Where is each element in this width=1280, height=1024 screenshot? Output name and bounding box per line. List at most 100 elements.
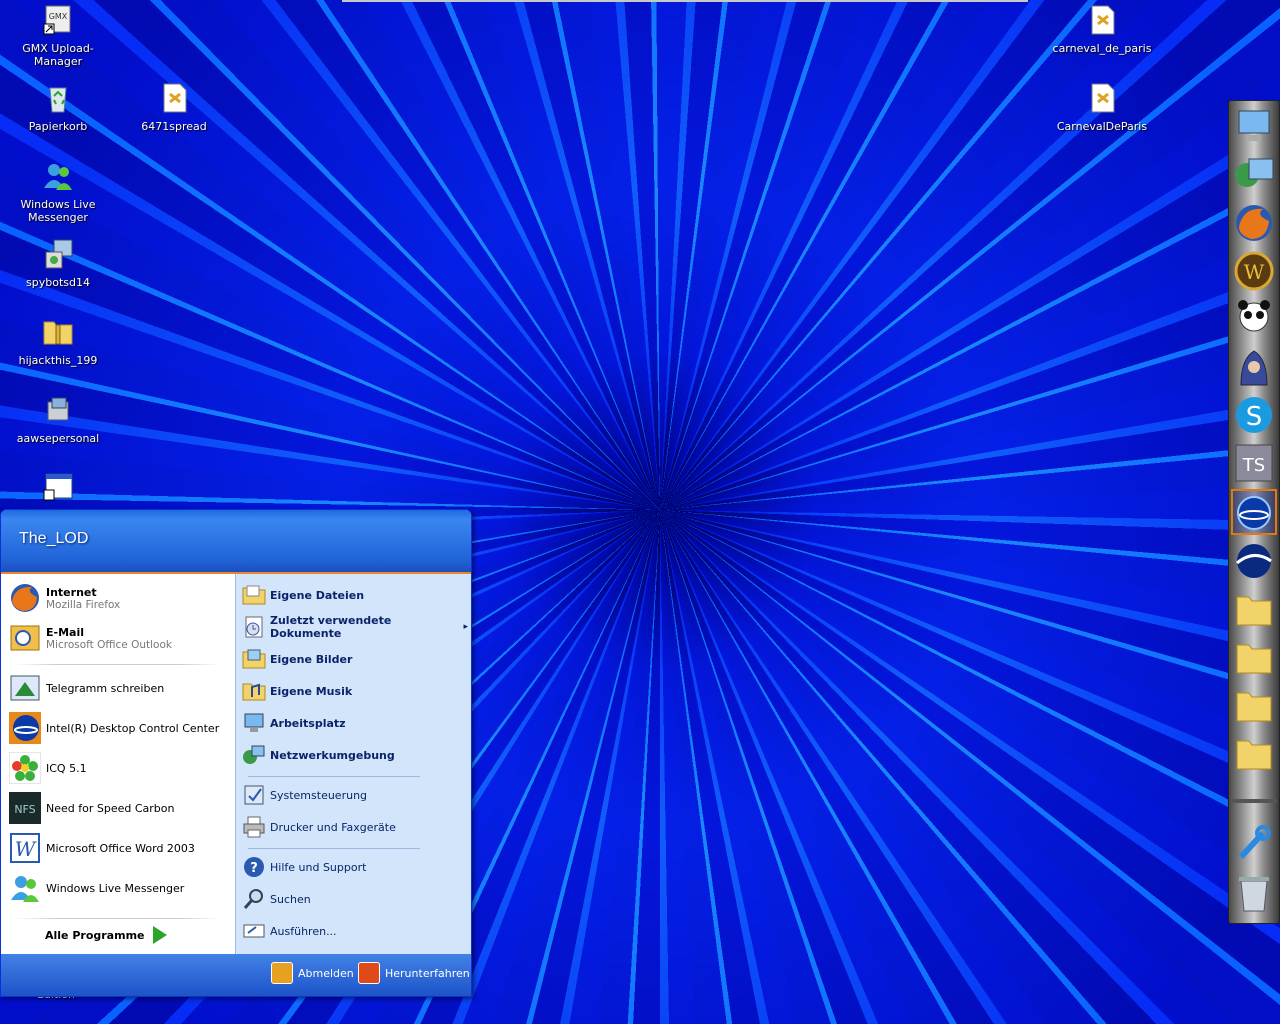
panda-icon[interactable]: [1233, 297, 1275, 341]
firefox-icon: [11, 584, 39, 612]
place-eigene-dateien[interactable]: Eigene Dateien: [242, 582, 468, 608]
icq-flower-icon: [9, 752, 41, 784]
recent-documents-icon: [245, 616, 263, 638]
run-icon: [243, 924, 265, 938]
network-icon[interactable]: [1233, 153, 1275, 197]
messenger-icon: [11, 876, 39, 902]
recent-windows-live-messenger[interactable]: Windows Live Messenger: [9, 870, 229, 906]
start-menu-header: The_LOD: [1, 510, 471, 574]
desktop-icon-windows-live-messenger[interactable]: Windows Live Messenger: [2, 160, 114, 224]
network-places-icon: [243, 745, 265, 764]
installer-icon: [45, 239, 73, 269]
desktop-icon-shortcut[interactable]: [2, 470, 114, 508]
recent-icq[interactable]: ICQ 5.1: [9, 750, 229, 786]
my-computer-icon[interactable]: [1233, 105, 1275, 149]
desktop-icon-carneval-de-paris[interactable]: carneval_de_paris: [1046, 4, 1158, 55]
menu-separator: [15, 664, 221, 665]
quicklaunch-dock: W S TS: [1228, 100, 1280, 924]
desktop-icon-aawsepersonal[interactable]: aawsepersonal: [2, 394, 114, 445]
gmx-upload-icon: GMX: [43, 5, 71, 35]
green-arrow-icon: [152, 926, 167, 944]
help-icon: ?: [244, 857, 264, 877]
zip-folder-icon: [43, 321, 73, 345]
messenger-icon: [44, 164, 72, 190]
tools-icon[interactable]: [1233, 823, 1275, 867]
place-netzwerkumgebung[interactable]: Netzwerkumgebung: [242, 742, 468, 768]
recent-need-for-speed-carbon[interactable]: NFS Need for Speed Carbon: [9, 790, 229, 826]
place-eigene-bilder[interactable]: Eigene Bilder: [242, 646, 468, 672]
my-pictures-folder-icon: [242, 649, 266, 669]
intel-control-center-icon: [9, 712, 41, 744]
place-suchen[interactable]: Suchen: [242, 886, 468, 912]
recent-intel-desktop-control-center[interactable]: Intel(R) Desktop Control Center: [9, 710, 229, 746]
folder-icon[interactable]: [1233, 587, 1275, 631]
window-shortcut-icon: [43, 473, 73, 501]
place-systemsteuerung[interactable]: Systemsteuerung: [242, 782, 468, 808]
intel-control-center-icon[interactable]: [1233, 491, 1275, 535]
desktop-icon-hijackthis[interactable]: hijackthis_199: [2, 316, 114, 367]
place-ausfuehren[interactable]: Ausführen...: [242, 918, 468, 944]
place-arbeitsplatz[interactable]: Arbeitsplatz: [242, 710, 468, 736]
outlook-icon: [10, 625, 40, 651]
all-programs-button[interactable]: Alle Programme: [45, 926, 167, 944]
desktop-icon-carnevaldeparis[interactable]: CarnevalDeParis: [1046, 82, 1158, 133]
google-earth-icon[interactable]: [1233, 539, 1275, 583]
svg-text:NFS: NFS: [14, 803, 35, 816]
folder-icon[interactable]: [1233, 731, 1275, 775]
document-icon: [1091, 5, 1115, 35]
telegram-writer-icon: [10, 675, 40, 701]
search-icon: [243, 889, 263, 909]
word-icon: W: [10, 833, 40, 863]
desktop-icon-6471spread[interactable]: 6471spread: [118, 82, 230, 133]
recent-word-2003[interactable]: W Microsoft Office Word 2003: [9, 830, 229, 866]
start-menu: The_LOD Internet Mozilla Firefox E-Mail Mi…: [0, 509, 472, 997]
place-eigene-musik[interactable]: Eigene Musik: [242, 678, 468, 704]
places-column: Eigene Dateien Zuletzt verwendete Dokume…: [235, 574, 471, 954]
my-computer-icon: [244, 713, 264, 732]
folder-icon[interactable]: [1233, 635, 1275, 679]
place-zuletzt-verwendete-dokumente[interactable]: Zuletzt verwendete Dokumente ▸: [242, 614, 468, 640]
svg-text:S: S: [1246, 402, 1263, 432]
dock-separator: [1231, 799, 1277, 803]
place-drucker-und-faxgeraete[interactable]: Drucker und Faxgeräte: [242, 814, 468, 840]
installer-icon: [47, 397, 69, 421]
start-menu-footer: Abmelden Herunterfahren: [1, 954, 471, 996]
submenu-arrow-icon: ▸: [463, 622, 468, 632]
firefox-icon[interactable]: [1233, 201, 1275, 245]
key-icon: [271, 962, 293, 984]
teamspeak-icon[interactable]: TS: [1233, 441, 1275, 485]
recent-telegramm[interactable]: Telegramm schreiben: [9, 670, 229, 706]
my-documents-folder-icon: [242, 585, 266, 605]
desktop-icon-spybotsd14[interactable]: spybotsd14: [2, 238, 114, 289]
nfs-carbon-icon: NFS: [9, 792, 41, 824]
control-panel-icon: [244, 785, 264, 805]
folder-icon[interactable]: [1233, 683, 1275, 727]
recycle-bin-icon: [49, 87, 67, 113]
user-name: The_LOD: [19, 530, 89, 547]
desktop-icon-papierkorb[interactable]: Papierkorb: [2, 82, 114, 133]
svg-text:W: W: [1244, 260, 1265, 284]
pinned-internet[interactable]: Internet Mozilla Firefox: [9, 580, 229, 616]
trash-icon[interactable]: [1233, 871, 1275, 915]
svg-text:TS: TS: [1242, 455, 1265, 476]
power-icon: [358, 962, 380, 984]
top-window-edge: [342, 0, 1028, 2]
svg-text:GMX: GMX: [49, 12, 68, 21]
document-icon: [163, 83, 187, 113]
logoff-button[interactable]: Abmelden: [271, 962, 354, 984]
skype-icon[interactable]: S: [1233, 393, 1275, 437]
shutdown-button[interactable]: Herunterfahren: [358, 962, 470, 984]
svg-text:?: ?: [250, 861, 258, 876]
desktop-icon-gmx-upload-manager[interactable]: GMX GMX Upload-Manager: [2, 4, 114, 68]
programs-column: Internet Mozilla Firefox E-Mail Microsoft …: [1, 574, 235, 954]
menu-separator: [15, 918, 221, 919]
place-hilfe-und-support[interactable]: ? Hilfe und Support: [242, 854, 468, 880]
menu-separator: [248, 776, 420, 777]
pinned-email[interactable]: E-Mail Microsoft Office Outlook: [9, 620, 229, 656]
svg-text:W: W: [15, 837, 37, 861]
world-of-warcraft-icon[interactable]: W: [1233, 249, 1275, 293]
printer-icon: [243, 816, 265, 838]
my-music-folder-icon: [242, 683, 266, 701]
document-icon: [1091, 83, 1115, 113]
character-icon[interactable]: [1233, 345, 1275, 389]
